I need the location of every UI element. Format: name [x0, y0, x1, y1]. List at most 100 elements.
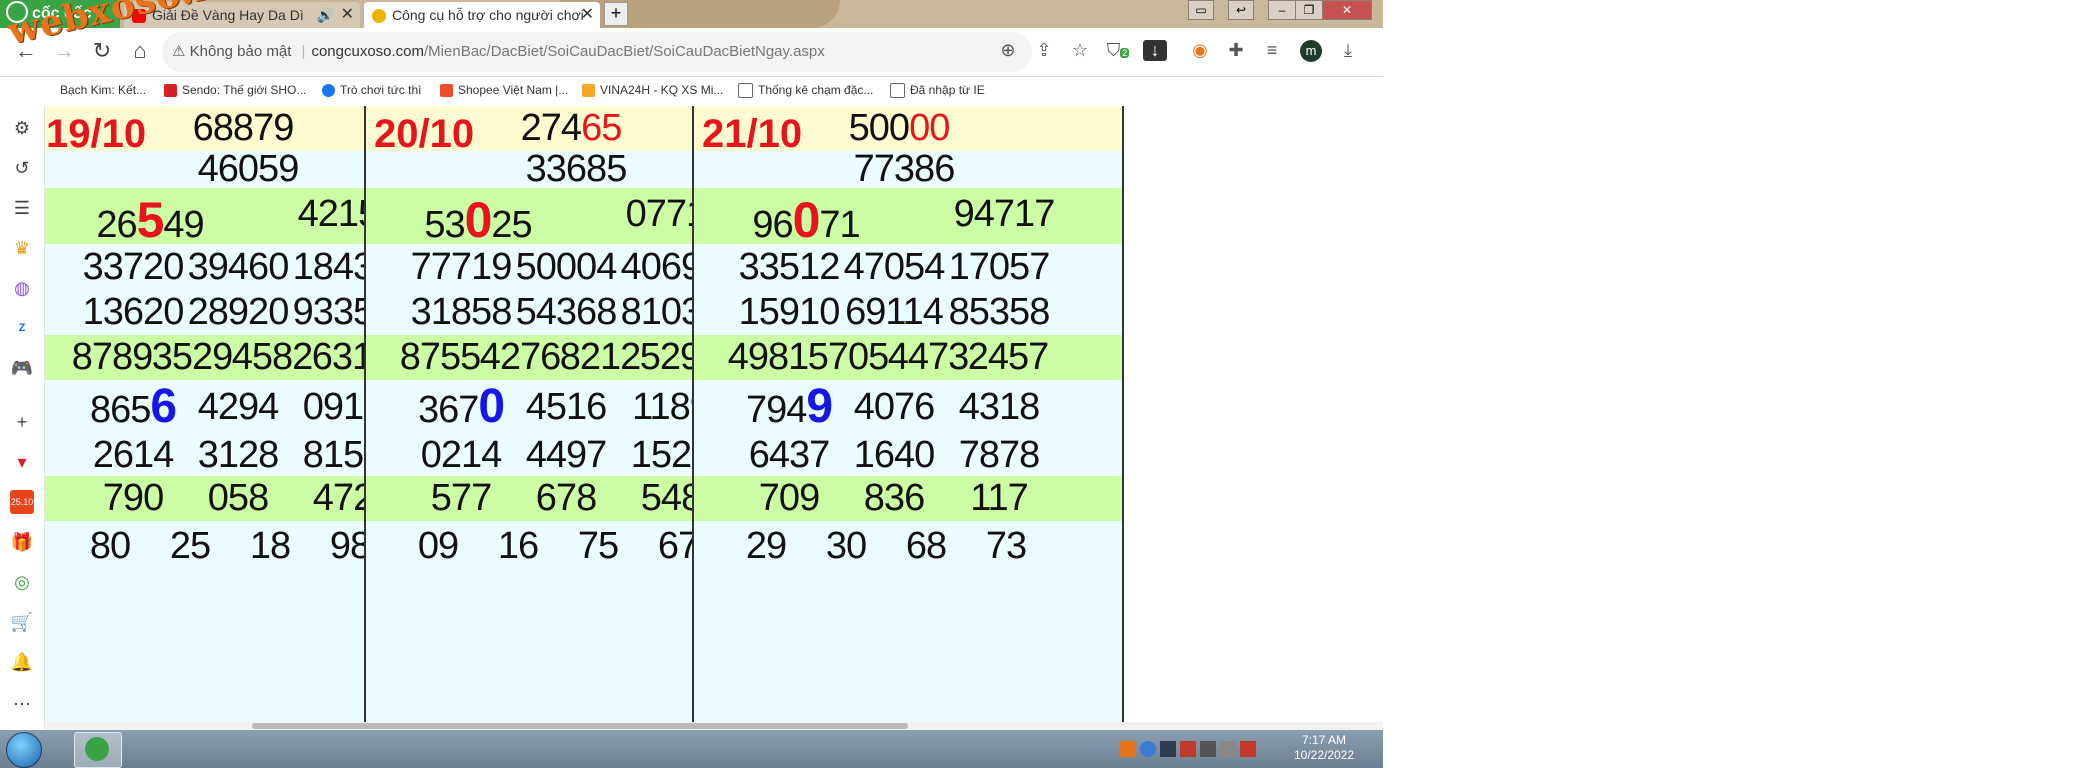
- promo-calendar-icon[interactable]: 25.10: [10, 490, 34, 514]
- close-window-button[interactable]: ✕: [1322, 0, 1372, 20]
- new-tab-button[interactable]: +: [604, 2, 628, 26]
- downloads-icon[interactable]: ⤓: [1336, 40, 1360, 61]
- notification-bell-icon[interactable]: 🔔: [10, 650, 34, 674]
- bookmark-item[interactable]: Trò chơi tức thì: [322, 83, 422, 98]
- windows-start-button[interactable]: [6, 732, 42, 768]
- close-tab-icon[interactable]: ✕: [581, 2, 594, 28]
- home-button[interactable]: ⌂: [126, 38, 154, 64]
- special-prize-tail-highlight: 65: [581, 107, 622, 149]
- security-label[interactable]: Không bảo mật: [190, 43, 292, 60]
- bookmark-item[interactable]: VINA24H - KQ XS Mi...: [582, 83, 724, 98]
- tray-vina-icon[interactable]: [1240, 740, 1256, 757]
- prize-number: 8656: [73, 380, 193, 437]
- bookmark-star-icon[interactable]: ☆: [1068, 40, 1092, 61]
- profile-avatar[interactable]: m: [1300, 40, 1322, 62]
- tray-volume-icon[interactable]: [1200, 740, 1216, 757]
- xs-site-icon: [372, 9, 386, 24]
- bookmark-item[interactable]: Đã nhập từ IE: [890, 83, 985, 99]
- vina24h-icon: [582, 84, 595, 98]
- prize-number: 8789: [71, 336, 154, 378]
- prize-number: 28920: [187, 291, 290, 333]
- special-prize-number: 27465: [491, 106, 651, 151]
- add-panel-icon[interactable]: +: [10, 410, 34, 434]
- bookmark-label: VINA24H - KQ XS Mi...: [600, 83, 724, 97]
- prize-number: 18: [249, 525, 291, 567]
- clock-date: 10/22/2022: [1293, 748, 1355, 762]
- tab-congcuxoso[interactable]: Công cụ hỗ trợ cho người chơi ✕: [364, 2, 600, 28]
- bookmark-item[interactable]: Shopee Việt Nam |...: [440, 83, 568, 98]
- more-options-icon[interactable]: ⋯: [10, 692, 34, 716]
- prize-number: 577: [430, 477, 492, 519]
- prize-number: 1640: [853, 434, 936, 476]
- taskbar-clock[interactable]: 7:17 AM 10/22/2022: [1290, 733, 1358, 763]
- shield-icon[interactable]: ⛉ 2: [1106, 40, 1130, 61]
- reading-list-icon[interactable]: ≡: [1260, 40, 1284, 61]
- shopping-cart-icon[interactable]: 🛒: [10, 610, 34, 634]
- number-part: 4516: [525, 386, 608, 428]
- prize-row-first: 77386: [694, 150, 1122, 188]
- reload-button[interactable]: ↻: [88, 38, 116, 64]
- sendo-sidebar-icon[interactable]: ▾: [10, 450, 34, 474]
- close-tab-icon[interactable]: ✕: [341, 2, 354, 28]
- tray-app-icon[interactable]: [1120, 740, 1136, 757]
- prize-number: 09: [417, 525, 459, 567]
- prize-number: 3670: [401, 380, 521, 437]
- list-icon[interactable]: ☰: [10, 196, 34, 220]
- prize-number: 80: [89, 525, 131, 567]
- prize-number: 709: [758, 477, 820, 519]
- coccoc-extension-icon[interactable]: ◉: [1188, 40, 1212, 61]
- prize-row-fifth-b: 6437 1640 7878: [694, 434, 1122, 476]
- coccoc-map-icon[interactable]: ◎: [10, 570, 34, 594]
- messenger-icon[interactable]: ◍: [10, 276, 34, 300]
- prize-number: 46059: [197, 148, 300, 190]
- prize-number: 7878: [958, 434, 1041, 476]
- gamepad-icon[interactable]: 🎮: [10, 356, 34, 380]
- folder-icon: [890, 83, 905, 99]
- prize-number: 29: [745, 525, 787, 567]
- prize-number: 0214: [420, 434, 503, 476]
- prize-number: 30: [825, 525, 867, 567]
- prize-number: 75: [577, 525, 619, 567]
- highlighted-digit: 5: [136, 192, 165, 248]
- download-page-icon[interactable]: ↓: [1143, 40, 1167, 61]
- prize-number: 3128: [197, 434, 280, 476]
- highlighted-digit: 9: [806, 380, 833, 433]
- history-icon[interactable]: ↺: [10, 156, 34, 180]
- highlighted-digit: 0: [464, 192, 493, 248]
- prize-number: 4582: [231, 336, 314, 378]
- prize-number: 836: [863, 477, 925, 519]
- bookmark-item[interactable]: Sendo: Thế giới SHO...: [164, 83, 306, 98]
- tray-network-icon[interactable]: [1140, 740, 1156, 757]
- taskbar-coccoc-app[interactable]: [74, 732, 122, 768]
- prize-number: 3529: [151, 336, 234, 378]
- tray-monitor-icon[interactable]: [1160, 740, 1176, 757]
- folder-icon: [738, 83, 753, 99]
- maximize-button[interactable]: ❐: [1295, 0, 1323, 20]
- bookmark-item[interactable]: Thống kê chạm đặc...: [738, 83, 874, 99]
- crown-icon[interactable]: ♛: [10, 236, 34, 260]
- prize-number: 73: [985, 525, 1027, 567]
- zalo-icon[interactable]: Z: [10, 316, 34, 340]
- settings-gear-icon[interactable]: ⚙: [10, 116, 34, 140]
- speaker-icon[interactable]: 🔊: [317, 2, 334, 28]
- share-icon[interactable]: ⇪: [1032, 40, 1056, 61]
- tray-battery-icon[interactable]: [1220, 740, 1236, 757]
- extensions-puzzle-icon[interactable]: ✚: [1224, 40, 1248, 61]
- horizontal-scroll-thumb[interactable]: [252, 723, 908, 729]
- bookmark-label: Trò chơi tức thì: [340, 83, 422, 97]
- prize-number: 25: [169, 525, 211, 567]
- back-window-icon[interactable]: ↩: [1228, 0, 1254, 20]
- special-prize-digits: 500: [848, 107, 910, 149]
- gift-icon[interactable]: 🎁: [10, 530, 34, 554]
- number-part: 53: [424, 204, 465, 246]
- zoom-icon[interactable]: ⊕: [996, 40, 1020, 61]
- bookmark-label: Thống kê chạm đặc...: [758, 83, 874, 97]
- prize-number: 94717: [919, 188, 1089, 240]
- bookmark-item[interactable]: Bạch Kim: Kết...: [60, 83, 146, 97]
- clock-time: 7:17 AM: [1301, 733, 1347, 747]
- url-field[interactable]: ⚠ Không bảo mật | congcuxoso.com/MienBac/…: [162, 32, 1032, 72]
- prize-number: 33720: [82, 246, 185, 288]
- tab-search-icon[interactable]: ▭: [1188, 0, 1214, 20]
- tray-flag-icon[interactable]: [1180, 740, 1196, 757]
- minimize-button[interactable]: –: [1268, 0, 1296, 20]
